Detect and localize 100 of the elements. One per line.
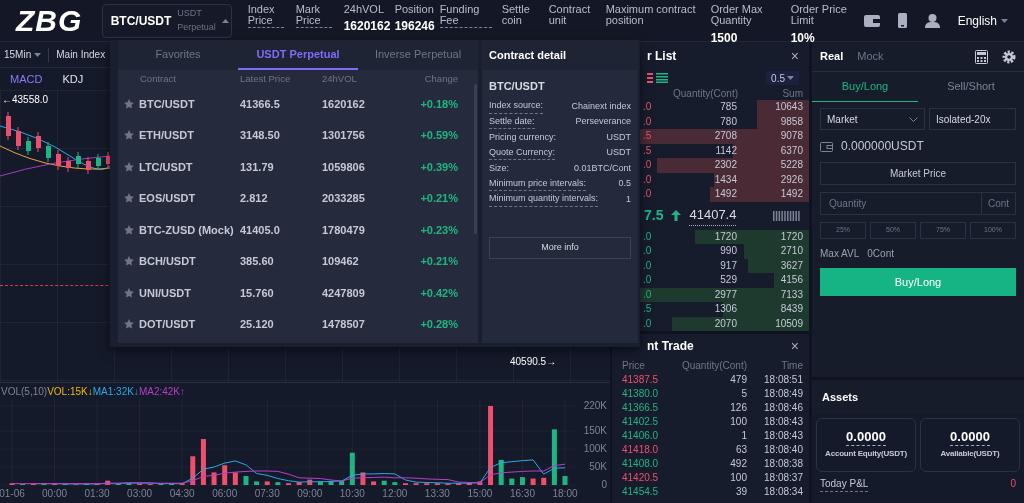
price-cell-text: 41420.5: [622, 470, 660, 485]
price-cell-text: .0: [643, 174, 653, 185]
axis-label: 13:30: [424, 488, 450, 499]
detail-value: 0.01BTC/Cont: [573, 161, 631, 175]
quantity-cell-text: 1306: [713, 304, 737, 315]
price-cell-text: .0: [643, 289, 653, 300]
quantity-cell-text: 990: [719, 246, 737, 257]
column-header: Change: [423, 71, 458, 86]
sum-cell: 5228: [780, 160, 803, 171]
price-cell-text: .5: [643, 131, 653, 142]
detail-value: Chainext index: [571, 99, 631, 113]
sum-cell: 1720: [780, 231, 803, 242]
axis-label: 150K: [583, 425, 607, 437]
price-cell-text: 41387.5: [622, 372, 660, 387]
mark-price: 41407.4: [689, 205, 737, 226]
stat-label: Order Max Quantity: [710, 3, 764, 28]
quantity-cell-text: 1720: [713, 231, 737, 242]
detail-value: 0.5: [618, 177, 631, 190]
sum-cell: 10643: [775, 102, 803, 113]
detail-label: Minimum price intervals:: [489, 176, 587, 191]
stat-label: Index Price: [247, 3, 284, 28]
sum-cell: 3627: [780, 260, 803, 271]
axis-label: 0: [601, 479, 607, 490]
pnl-value: 0: [1010, 477, 1016, 491]
quantity-cell-text: 529: [719, 275, 737, 286]
volume-cell-text: 1301756: [322, 128, 366, 143]
quantity-cell-text: 2302: [713, 160, 737, 171]
change-cell-text: +0.59%: [419, 128, 458, 143]
detail-value: 1: [626, 192, 631, 206]
time-cell-text: 18:08:38: [763, 456, 803, 471]
column-header: 24hVOL: [322, 71, 358, 86]
sum-cell: 10509: [775, 318, 803, 329]
stat-label: Contract unit: [548, 3, 592, 28]
time-cell-text: 18:08:49: [763, 386, 803, 401]
quantity-cell-text: 917: [719, 260, 737, 271]
axis-label: 00:00: [42, 488, 68, 499]
asset-label: Account Equity(USDT): [825, 447, 907, 460]
detail-label: Size:: [489, 161, 509, 175]
detail-label: Pricing currency:: [489, 130, 557, 144]
price-cell-text: 41408.0: [622, 456, 660, 471]
price-cell-text: 41402.5: [622, 414, 660, 429]
axis-label: 220K: [583, 400, 607, 411]
quantity-cell-text: 492: [729, 456, 747, 471]
volume-cell-text: 109462: [322, 254, 360, 269]
stat-label: Position: [394, 3, 434, 17]
quantity-cell-text: 785: [719, 102, 737, 113]
detail-label: Settle date:: [489, 114, 535, 129]
detail-value: USDT: [606, 146, 631, 159]
quantity-cell-text: 1142: [714, 145, 737, 156]
panel-title: r List: [647, 48, 677, 65]
sum-cell: 7133: [780, 289, 803, 300]
legend-label: VOL:15K↓: [47, 384, 93, 399]
asset-value: 0.0000: [950, 430, 990, 446]
price-cell-text: 41380.0: [622, 386, 660, 401]
price-cell-text: 15.760: [240, 285, 275, 301]
time-cell-text: 18:08:51: [763, 372, 803, 387]
stat-label: Order Price Limit: [790, 3, 848, 28]
panel-title: Contract detail: [482, 40, 638, 70]
sum-cell: 4156: [780, 275, 803, 286]
sum-cell: 2926: [780, 174, 803, 185]
axis-label: 03:00: [127, 488, 153, 499]
quantity-cell-text: 2070: [713, 318, 737, 329]
quantity-cell-text: 39: [734, 484, 747, 499]
quantity-cell-text: 1492: [713, 189, 737, 200]
change-cell-text: +0.39%: [419, 159, 458, 175]
axis-label: 07:30: [254, 488, 280, 499]
volume-cell-text: 2033285: [322, 191, 366, 206]
price-cell-text: .0: [643, 260, 653, 271]
stat-label: Maximum contract position: [605, 3, 697, 28]
axis-label: 04:30: [169, 488, 195, 499]
volume-cell-text: 1620162: [322, 96, 366, 112]
sum-cell: 9858: [780, 116, 803, 127]
price-cell-text: .5: [643, 304, 653, 315]
stat-value: 10%: [790, 29, 816, 47]
volume-cell-text: 4247809: [322, 285, 366, 301]
price-cell-text: 41366.5: [622, 400, 660, 415]
column-header: Quantity(Cont): [680, 358, 747, 373]
change-cell-text: +0.23%: [419, 222, 458, 238]
quantity-cell-text: 2708: [713, 131, 737, 142]
detail-label: Quote Currency:: [489, 145, 556, 160]
asset-label: Available(USDT): [940, 447, 1000, 460]
price-cell-text: 2.812: [240, 191, 269, 206]
price-cell-text: 41406.0: [622, 428, 660, 443]
price-cell-text: .0: [643, 116, 653, 127]
balance-text: 0.000000USDT: [841, 138, 924, 155]
quantity-cell-text: 63: [734, 442, 747, 457]
price-marker: 40590.5→: [510, 355, 557, 369]
quantity-cell-text: 780: [719, 116, 737, 127]
stat-label: Settle coin: [501, 3, 531, 28]
quantity-cell-text: 1434: [713, 174, 737, 185]
column-header: Time: [780, 358, 803, 373]
quantity-cell-text: 100: [729, 470, 747, 485]
axis-label: 12:00: [382, 488, 408, 499]
change-cell-text: +0.28%: [419, 317, 458, 332]
price-cell-text: 41418.0: [622, 442, 660, 457]
price-cell-text: .5: [643, 145, 653, 156]
stat-label: Funding Fee: [439, 3, 492, 28]
time-cell-text: 18:08:46: [763, 400, 803, 415]
axis-label: 15:00: [467, 488, 493, 499]
price-cell-text: .0: [643, 189, 653, 200]
